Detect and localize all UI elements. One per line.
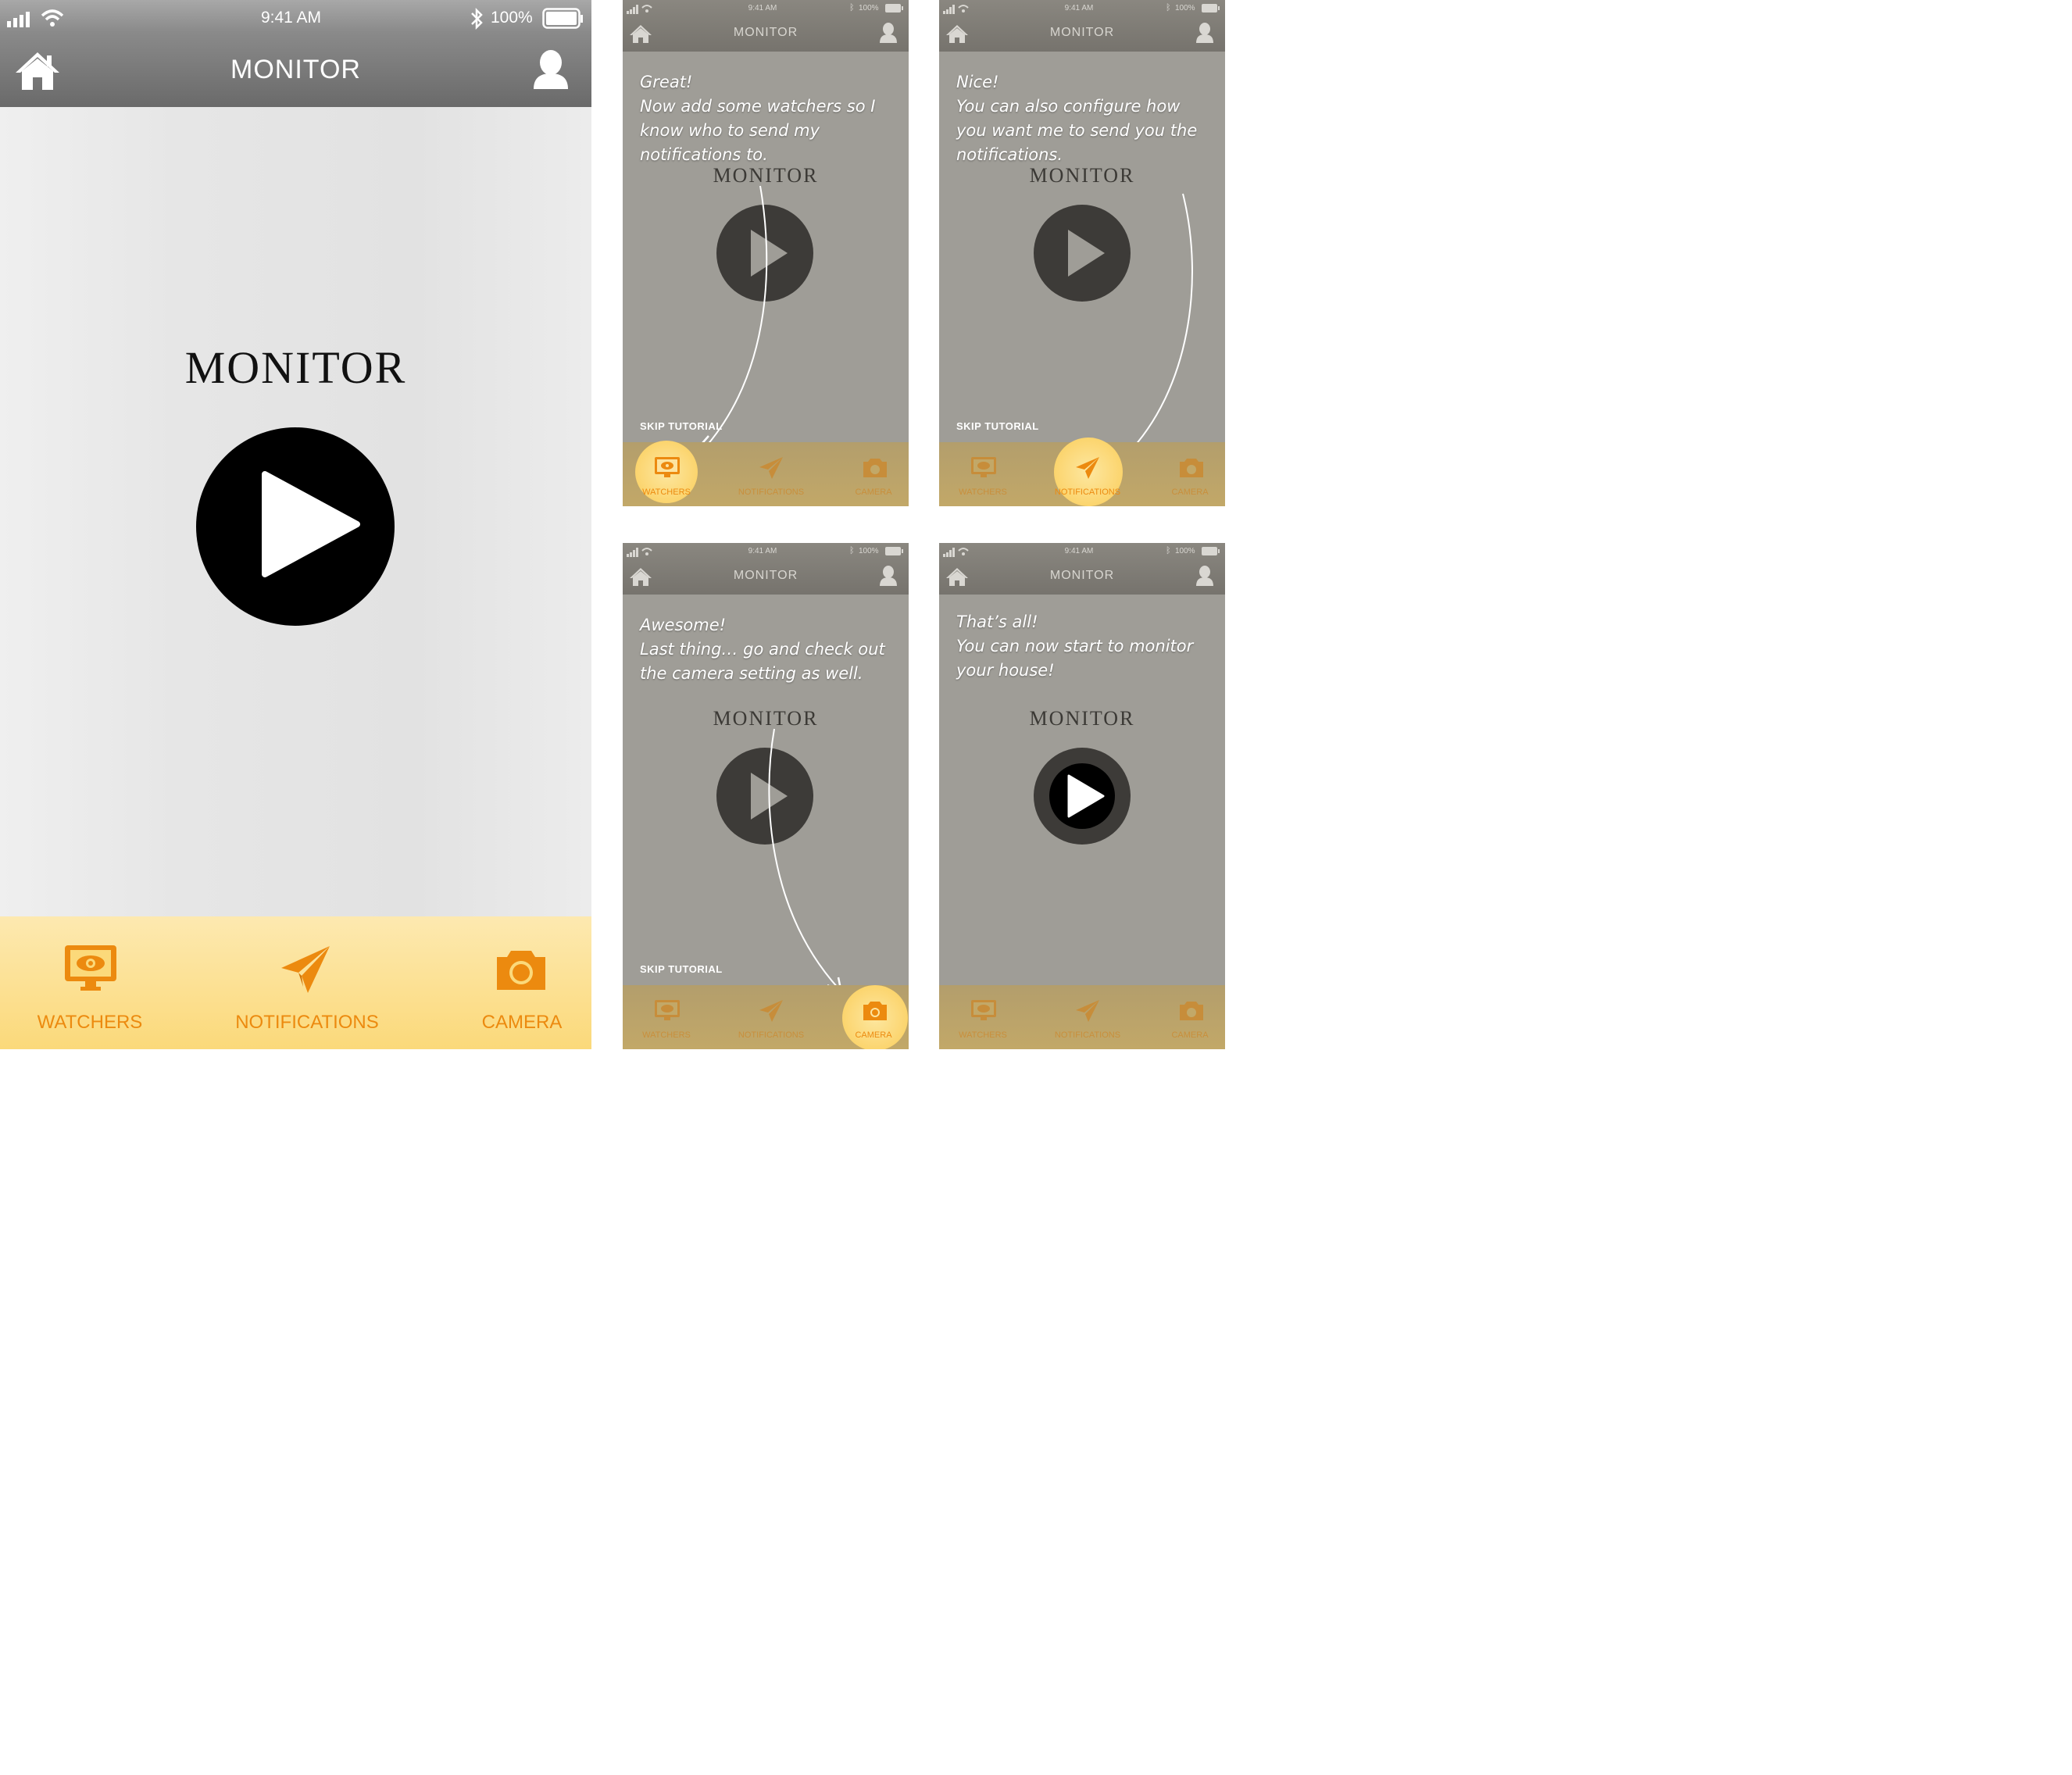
tab-watchers[interactable]: WATCHERS — [947, 996, 1019, 1043]
tab-watchers[interactable]: WATCHERS — [631, 453, 702, 500]
tab-label: CAMERA — [481, 1012, 563, 1033]
message-line: That’s all! — [956, 612, 1038, 631]
tab-label: CAMERA — [855, 488, 892, 497]
monitor-eye-icon — [655, 1000, 680, 1020]
tutorial-screen-3: 9:41 AM ᛒ 100% MONITOR Awesome! Last thi… — [623, 543, 909, 1049]
camera-icon — [1180, 459, 1203, 477]
main-screen: 9:41 AM 100% MONITOR MONITOR WATCHERS NO… — [0, 0, 591, 1049]
skip-tutorial-button[interactable]: SKIP TUTORIAL — [640, 963, 723, 975]
status-bar: 9:41 AM ᛒ 100% — [939, 543, 1225, 562]
tab-watchers[interactable]: WATCHERS — [947, 453, 1019, 500]
tab-notifications[interactable]: NOTIFICATIONS — [732, 453, 810, 500]
nav-title: MONITOR — [230, 55, 361, 84]
battery-icon — [542, 8, 583, 29]
tab-camera[interactable]: CAMERA — [1163, 996, 1217, 1043]
battery-percent: 100% — [1175, 547, 1195, 555]
tab-label: NOTIFICATIONS — [235, 1012, 379, 1033]
tab-label: NOTIFICATIONS — [738, 1030, 805, 1040]
tutorial-screen-4: 9:41 AM ᛒ 100% MONITOR That’s all! You c… — [939, 543, 1225, 1049]
camera-icon — [497, 951, 545, 990]
status-bar: 9:41 AM 100% — [0, 0, 591, 36]
monitor-eye-icon — [655, 457, 680, 477]
bluetooth-icon — [471, 7, 483, 30]
profile-icon[interactable] — [531, 48, 570, 91]
monitor-wordmark: MONITOR — [184, 342, 407, 393]
camera-icon — [863, 1002, 887, 1020]
skip-tutorial-button[interactable]: SKIP TUTORIAL — [956, 420, 1039, 432]
tab-notifications[interactable]: NOTIFICATIONS — [225, 940, 389, 1034]
paper-plane-icon — [759, 1000, 783, 1022]
play-button[interactable] — [192, 422, 402, 631]
tab-label: CAMERA — [1171, 488, 1209, 497]
tab-camera[interactable]: CAMERA — [1163, 453, 1217, 500]
tab-bar: WATCHERS NOTIFICATIONS CAMERA — [939, 985, 1225, 1049]
monitor-wordmark: MONITOR — [1029, 707, 1135, 730]
tab-label: CAMERA — [855, 1030, 892, 1040]
nav-title: MONITOR — [1049, 569, 1115, 582]
tab-notifications[interactable]: NOTIFICATIONS — [732, 996, 810, 1043]
tab-label: NOTIFICATIONS — [738, 488, 805, 497]
battery-icon — [1202, 547, 1220, 555]
tab-label: NOTIFICATIONS — [1054, 1030, 1121, 1040]
battery-percent: 100% — [491, 9, 533, 27]
tab-notifications[interactable]: NOTIFICATIONS — [1049, 453, 1127, 500]
tab-watchers[interactable]: WATCHERS — [631, 996, 702, 1043]
paper-plane-icon — [1076, 457, 1099, 479]
monitor-eye-icon — [971, 1000, 996, 1020]
tab-label: WATCHERS — [959, 488, 1007, 497]
tab-label: CAMERA — [1171, 1030, 1209, 1040]
tab-camera[interactable]: CAMERA — [459, 940, 584, 1034]
monitor-eye-icon — [971, 457, 996, 477]
tutorial-message: That’s all! You can now start to monitor… — [956, 610, 1214, 683]
bluetooth-icon: ᛒ — [1166, 546, 1171, 555]
tab-label: WATCHERS — [959, 1030, 1007, 1040]
tutorial-screen-1: 9:41 AM ᛒ 100% MONITOR Great! Now add so… — [623, 0, 909, 506]
message-line: You can now start to monitor — [956, 637, 1194, 655]
tab-bar: WATCHERS NOTIFICATIONS CAMERA — [939, 438, 1225, 506]
play-button[interactable] — [1033, 747, 1131, 845]
paper-plane-icon — [759, 457, 783, 479]
camera-icon — [863, 459, 887, 477]
tab-label: WATCHERS — [37, 1012, 143, 1033]
tab-camera[interactable]: CAMERA — [846, 996, 901, 1043]
skip-tutorial-button[interactable]: SKIP TUTORIAL — [640, 420, 723, 432]
main-content: MONITOR — [0, 107, 591, 916]
camera-icon — [1180, 1002, 1203, 1020]
monitor-eye-icon — [65, 945, 116, 991]
tab-bar: WATCHERS NOTIFICATIONS CAMERA — [623, 441, 909, 506]
message-line: your house! — [956, 661, 1055, 680]
tab-bar: WATCHERS NOTIFICATIONS CAMERA — [0, 916, 591, 1049]
tab-label: WATCHERS — [642, 488, 691, 497]
tab-label: WATCHERS — [642, 1030, 691, 1040]
tab-label: NOTIFICATIONS — [1054, 488, 1121, 497]
tab-bar: WATCHERS NOTIFICATIONS CAMERA — [623, 985, 909, 1049]
paper-plane-icon — [281, 946, 330, 993]
paper-plane-icon — [1076, 1000, 1099, 1022]
profile-icon[interactable] — [1195, 565, 1214, 587]
tab-camera[interactable]: CAMERA — [846, 453, 901, 500]
tab-notifications[interactable]: NOTIFICATIONS — [1049, 996, 1127, 1043]
tutorial-screen-2: 9:41 AM ᛒ 100% MONITOR Nice! You can als… — [939, 0, 1225, 506]
tab-watchers[interactable]: WATCHERS — [12, 940, 168, 1034]
